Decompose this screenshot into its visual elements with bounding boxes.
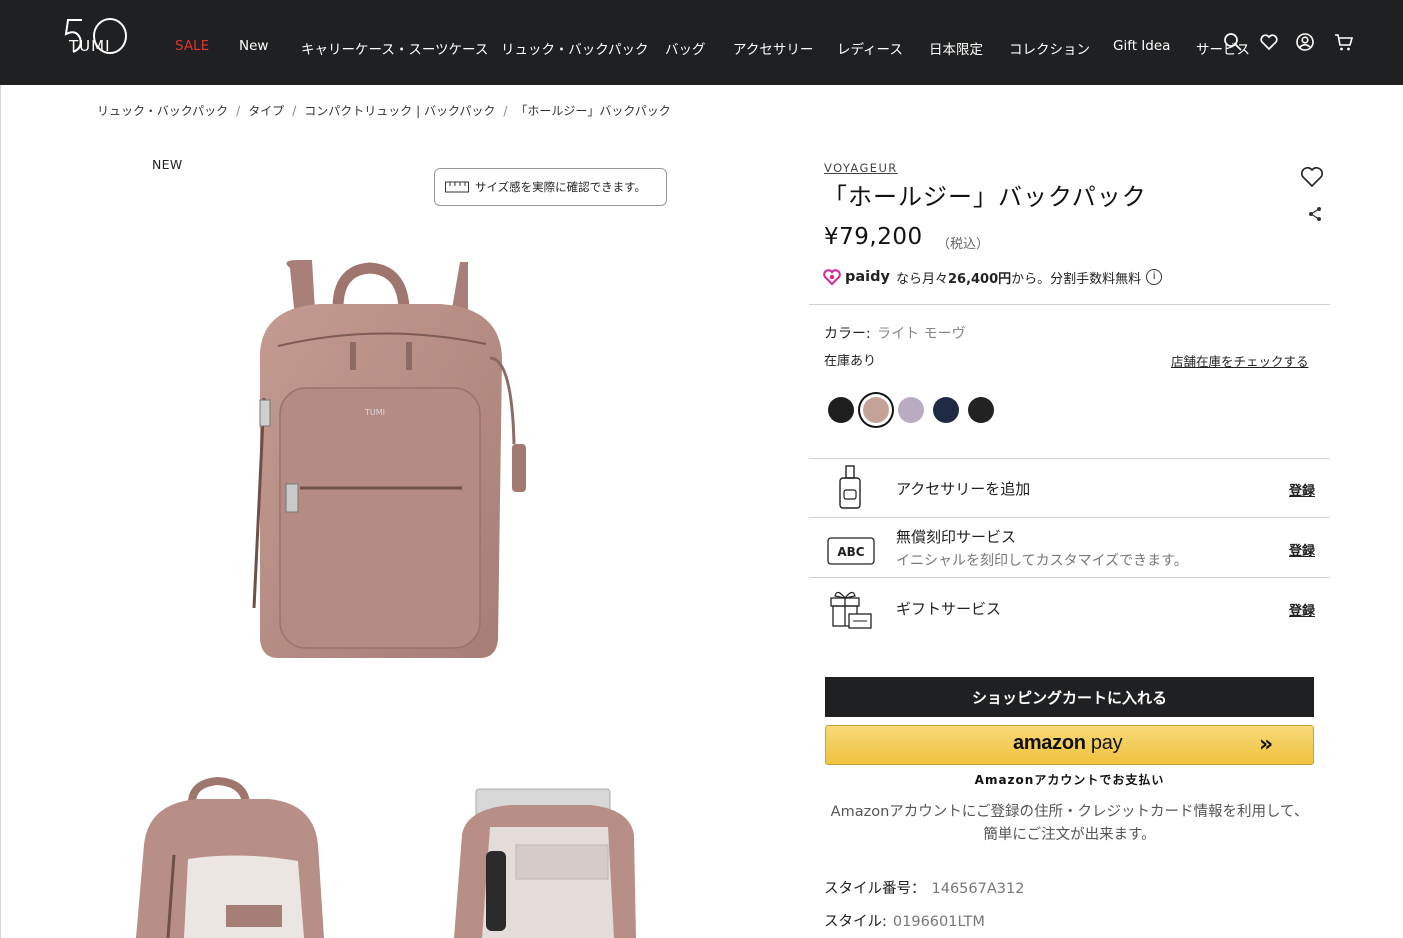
nav-item-japan-limited[interactable]: 日本限定 xyxy=(929,38,983,58)
product-main-image[interactable]: TUMI xyxy=(220,248,540,668)
product-thumbnail-1[interactable] xyxy=(128,775,338,938)
nav-item-accessories[interactable]: アクセサリー xyxy=(733,38,813,58)
heart-icon[interactable] xyxy=(1258,31,1280,53)
register-link[interactable]: 登録 xyxy=(1289,600,1315,619)
amazon-pay-description: Amazonアカウントにご登録の住所・クレジットカード情報を利用して、簡単にご注… xyxy=(830,804,1309,843)
paidy-wordmark: paidy xyxy=(845,269,890,285)
breadcrumb: リュック・バックパック / タイプ / コンパクトリュック | バックパック / 「ホールジ… xyxy=(97,102,671,119)
nav-item-sale[interactable]: SALE xyxy=(175,38,209,54)
color-swatch-black-2[interactable] xyxy=(968,397,994,423)
engraving-abc-icon: ABC xyxy=(827,537,875,565)
service-gift: ギフトサービス 登録 xyxy=(809,578,1330,638)
service-title: ギフトサービス xyxy=(896,600,1002,618)
product-price: ¥79,200 xyxy=(824,224,923,250)
product-thumbnail-2[interactable] xyxy=(430,775,660,938)
cart-icon[interactable] xyxy=(1333,31,1355,53)
nav-item-collections[interactable]: コレクション xyxy=(1009,38,1090,58)
brand-link[interactable]: VOYAGEUR xyxy=(824,161,898,175)
paidy-amount: 26,400円 xyxy=(947,271,1012,287)
paidy-logo-icon xyxy=(823,269,841,286)
amazon-pay-button[interactable]: amazon pay » xyxy=(825,725,1314,765)
breadcrumb-separator: / xyxy=(292,104,297,118)
share-icon[interactable] xyxy=(1306,205,1324,223)
size-check-label: サイズ感を実際に確認できます。 xyxy=(475,180,647,194)
product-title: 「ホールジー」バックパック xyxy=(823,183,1147,211)
page-edge xyxy=(0,85,1,938)
paidy-text: なら月々 xyxy=(895,271,948,287)
color-value: ライト モーヴ xyxy=(877,326,966,342)
color-swatch-lilac[interactable] xyxy=(898,397,924,423)
abc-label: ABC xyxy=(837,545,864,559)
breadcrumb-separator: / xyxy=(503,104,508,118)
spec-value: 0196601LTM xyxy=(892,914,985,930)
color-swatch-black[interactable] xyxy=(828,397,854,423)
tax-note: （税込） xyxy=(937,237,990,252)
service-add-accessory: アクセサリーを追加 登録 xyxy=(809,458,1330,518)
spec-style: スタイル: 0196601LTM xyxy=(824,910,985,931)
paidy-text-2: から。分割手数料無料 xyxy=(1011,271,1142,287)
divider xyxy=(809,304,1330,305)
amazon-pay-logo: amazon pay xyxy=(1013,732,1123,755)
account-icon[interactable] xyxy=(1294,31,1316,53)
service-engraving: ABC 無償刻印サービス イニシャルを刻印してカスタマイズできます。 登録 xyxy=(809,518,1330,578)
size-check-button[interactable]: サイズ感を実際に確認できます。 xyxy=(434,168,667,206)
nav-item-new[interactable]: New xyxy=(239,38,268,54)
top-navigation-bar: TUMI SALE New キャリーケース・スーツケース リュック・バックパック… xyxy=(0,0,1403,85)
color-swatch-light-mauve[interactable] xyxy=(863,397,889,423)
breadcrumb-item-compact[interactable]: コンパクトリュック | バックパック xyxy=(304,104,495,118)
spec-label: スタイル: xyxy=(824,914,887,930)
nav-item-luggage[interactable]: キャリーケース・スーツケース xyxy=(301,38,488,58)
breadcrumb-item-current[interactable]: 「ホールジー」バックパック xyxy=(515,104,670,118)
ruler-icon xyxy=(445,181,469,193)
service-title: 無償刻印サービス xyxy=(896,528,1017,546)
double-chevron-right-icon: » xyxy=(1259,732,1274,757)
info-icon[interactable]: i xyxy=(1146,269,1163,285)
register-link[interactable]: 登録 xyxy=(1289,540,1315,559)
spec-label: スタイル番号： xyxy=(824,881,926,897)
nav-item-bags[interactable]: バッグ xyxy=(665,38,706,58)
spec-value: 146567A312 xyxy=(931,881,1025,897)
paidy-installment-info: paidy なら月々 26,400円 から。分割手数料無料 i xyxy=(823,266,1163,288)
nav-item-gift-idea[interactable]: Gift Idea xyxy=(1113,38,1170,54)
breadcrumb-item-backpacks[interactable]: リュック・バックパック xyxy=(97,104,228,118)
wishlist-heart-icon[interactable] xyxy=(1299,165,1325,189)
register-link[interactable]: 登録 xyxy=(1289,480,1315,499)
amazon-pay-note: Amazonアカウントでお支払い xyxy=(974,773,1165,787)
gift-box-icon xyxy=(830,591,872,629)
spec-style-number: スタイル番号： 146567A312 xyxy=(824,877,1024,898)
search-icon[interactable] xyxy=(1222,31,1244,53)
color-info: カラー: ライト モーヴ xyxy=(824,323,966,343)
nav-item-ladies[interactable]: レディース xyxy=(837,38,903,58)
service-title: アクセサリーを追加 xyxy=(896,480,1031,498)
service-subtitle: イニシャルを刻印してカスタマイズできます。 xyxy=(896,553,1188,569)
amazon-pay-logo-b: pay xyxy=(1085,732,1123,754)
new-badge: NEW xyxy=(152,157,183,172)
color-swatch-navy[interactable] xyxy=(933,397,959,423)
nav-item-backpacks[interactable]: リュック・バックパック xyxy=(501,38,649,58)
add-to-cart-button[interactable]: ショッピングカートに入れる xyxy=(825,677,1314,717)
tumi-50-logo[interactable]: TUMI xyxy=(62,16,132,68)
luggage-tag-icon xyxy=(839,465,861,509)
store-stock-check-link[interactable]: 店舗在庫をチェックする xyxy=(1171,351,1309,370)
logo-wordmark: TUMI xyxy=(68,37,111,55)
svg-text:TUMI: TUMI xyxy=(364,408,385,417)
amazon-pay-logo-a: amazon xyxy=(1013,732,1086,754)
breadcrumb-item-type[interactable]: タイプ xyxy=(248,104,284,118)
stock-status: 在庫あり xyxy=(824,354,877,369)
color-label: カラー: xyxy=(824,326,871,342)
breadcrumb-separator: / xyxy=(236,104,241,118)
